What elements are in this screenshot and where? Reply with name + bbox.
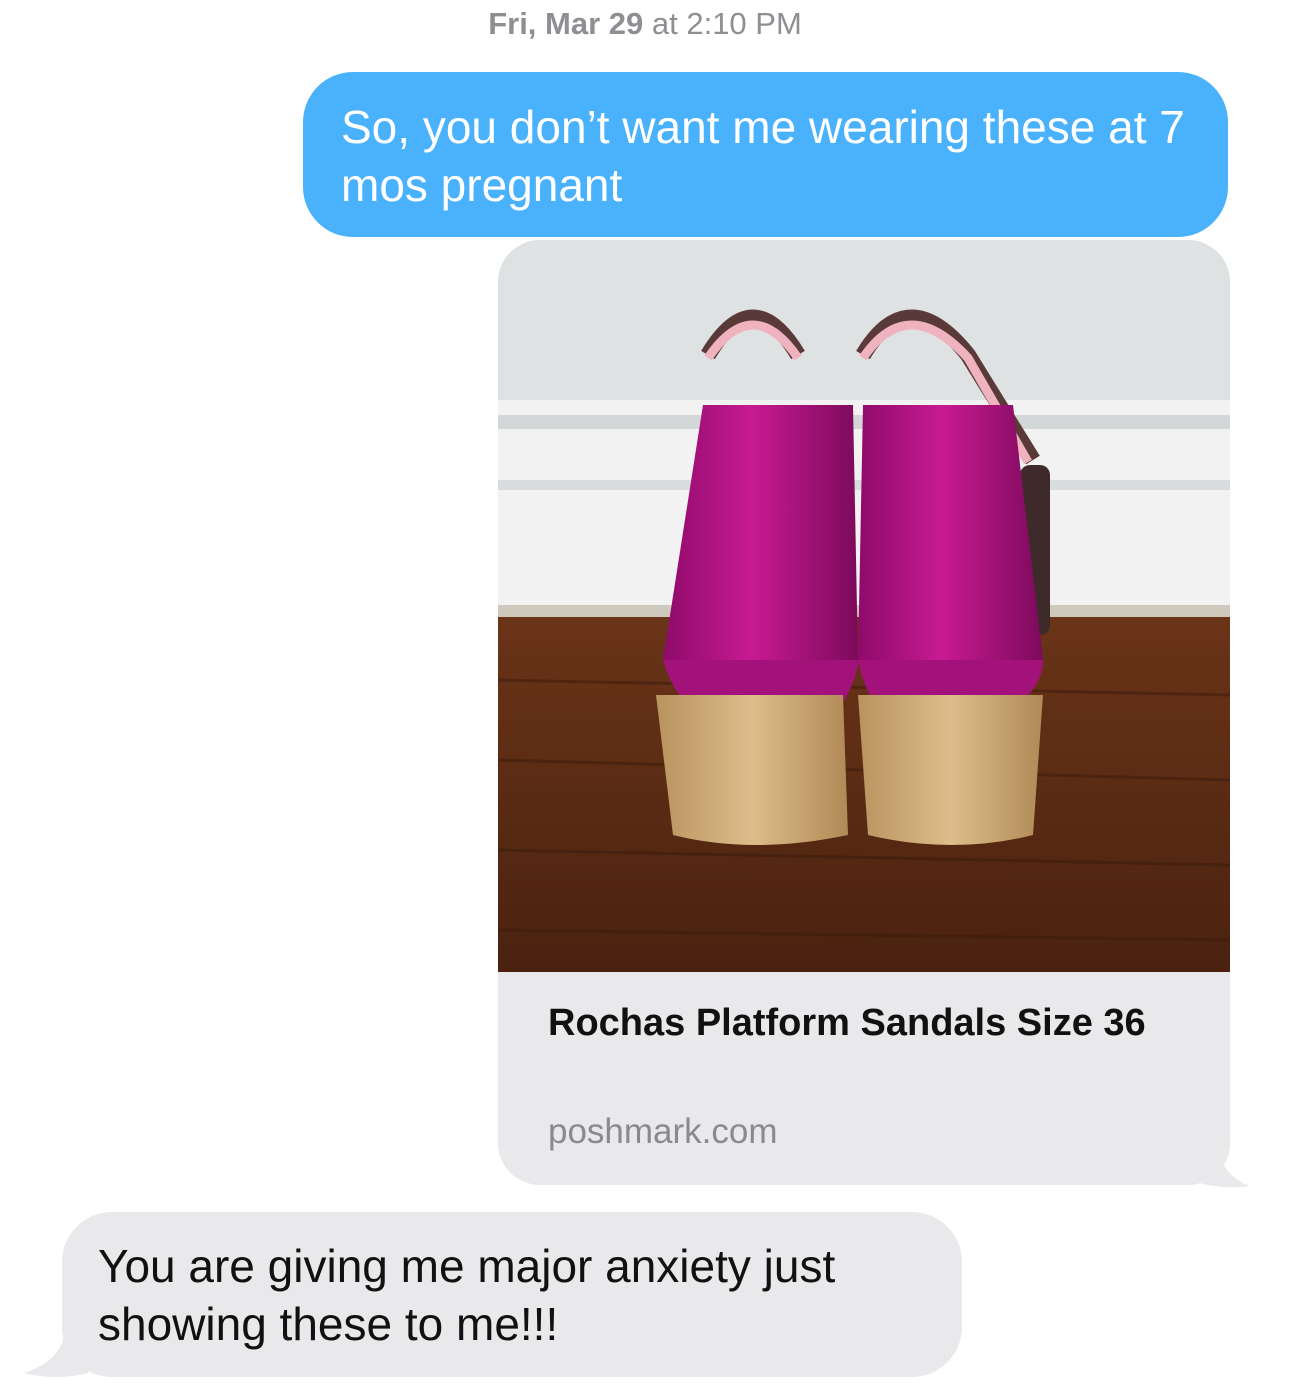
incoming-bubble-tail — [24, 1335, 88, 1377]
incoming-message-text: You are giving me major anxiety just sho… — [98, 1240, 836, 1350]
outgoing-bubble-tail — [1195, 1150, 1250, 1188]
link-preview-domain: poshmark.com — [548, 1112, 778, 1151]
outgoing-message-bubble[interactable]: So, you don’t want me wearing these at 7… — [303, 72, 1228, 237]
link-preview-card[interactable]: Rochas Platform Sandals Size 36 poshmark… — [498, 240, 1230, 1185]
timestamp-time: at 2:10 PM — [651, 6, 802, 41]
timestamp-day: Fri, Mar 29 — [488, 6, 644, 41]
message-timestamp: Fri, Mar 29 at 2:10 PM — [0, 6, 1290, 42]
link-preview-title: Rochas Platform Sandals Size 36 — [548, 1002, 1146, 1044]
link-preview-image — [498, 240, 1230, 972]
incoming-message-bubble[interactable]: You are giving me major anxiety just sho… — [62, 1212, 962, 1377]
outgoing-message-text: So, you don’t want me wearing these at 7… — [341, 101, 1185, 211]
